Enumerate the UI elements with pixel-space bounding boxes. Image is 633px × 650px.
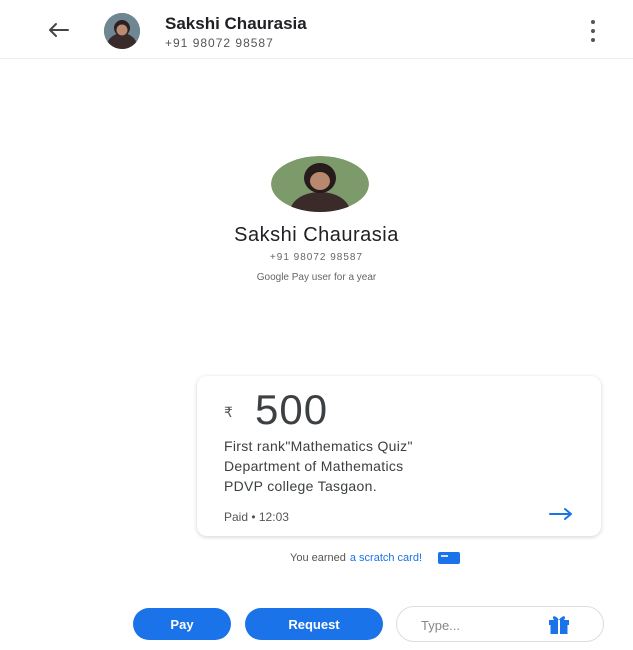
message-input[interactable] <box>419 614 543 636</box>
arrow-right-icon <box>549 508 572 520</box>
profile-phone: +91 98072 98587 <box>269 252 364 263</box>
top-app-bar: Sakshi Chaurasia +91 98072 98587 <box>0 0 633 59</box>
scratch-card-reward: You earned a scratch card! <box>290 552 461 564</box>
avatar-photo-icon <box>104 13 140 49</box>
contact-phone: +91 98072 98587 <box>165 36 274 50</box>
more-options-button[interactable] <box>586 20 600 42</box>
contact-avatar[interactable] <box>104 13 140 49</box>
back-button[interactable] <box>44 16 72 44</box>
payment-note-line: Department of Mathematics <box>224 458 404 474</box>
avatar-photo-icon <box>271 156 369 212</box>
payment-card[interactable]: ₹ 500 First rank"Mathematics Quiz" Depar… <box>197 376 601 536</box>
reward-text: You earned <box>290 552 346 564</box>
profile-avatar <box>271 156 369 212</box>
payment-details-button[interactable] <box>547 504 575 524</box>
scratch-card-icon[interactable] <box>438 552 461 564</box>
action-bar: Pay Request <box>0 604 633 644</box>
more-vert-icon <box>591 20 595 24</box>
pay-button[interactable]: Pay <box>133 608 231 640</box>
payment-amount: 500 <box>255 386 329 433</box>
profile-name: Sakshi Chaurasia <box>234 224 399 246</box>
payment-status: Paid • 12:03 <box>224 510 289 524</box>
profile-tenure: Google Pay user for a year <box>256 272 377 283</box>
payment-note-line: First rank"Mathematics Quiz" <box>224 438 413 454</box>
gift-icon <box>549 616 569 634</box>
gift-button[interactable] <box>547 613 571 635</box>
arrow-left-icon <box>49 23 69 37</box>
payment-note-line: PDVP college Tasgaon. <box>224 478 377 494</box>
message-field[interactable] <box>396 606 604 642</box>
currency-symbol: ₹ <box>224 404 233 420</box>
scratch-card-link[interactable]: a scratch card! <box>350 552 422 564</box>
request-button[interactable]: Request <box>245 608 383 640</box>
contact-name[interactable]: Sakshi Chaurasia <box>165 14 307 34</box>
